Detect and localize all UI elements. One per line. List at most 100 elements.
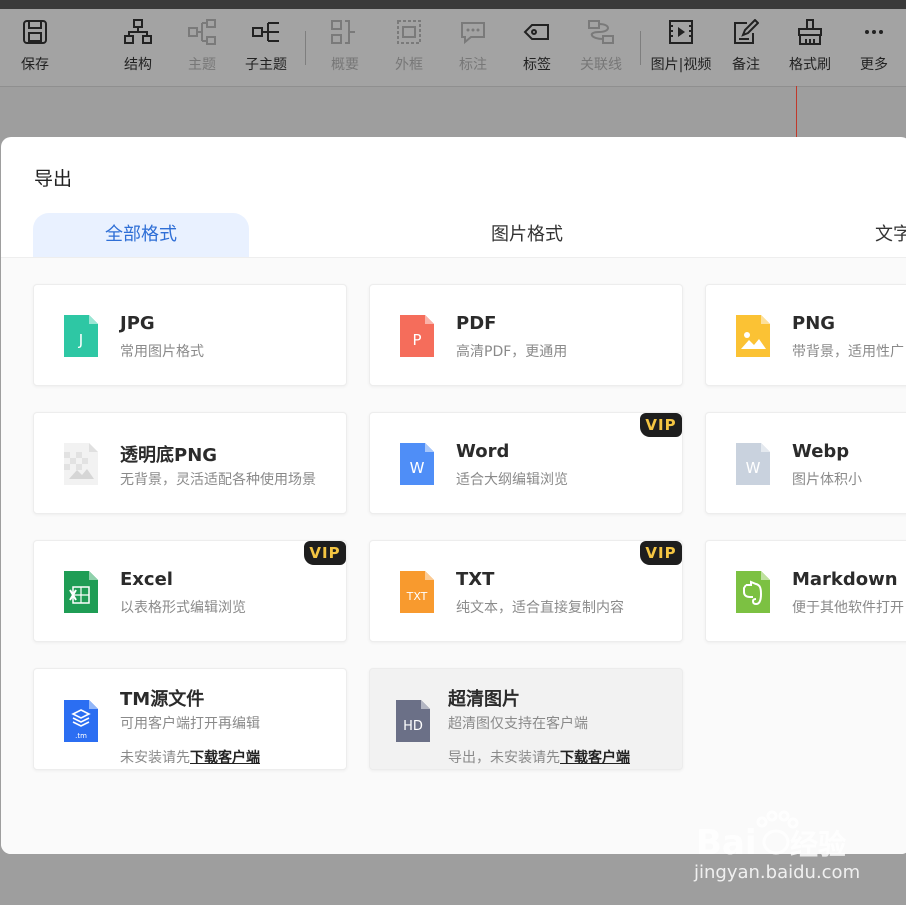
format-card-jpg[interactable]: J JPG 常用图片格式: [33, 284, 347, 386]
callout-label: 标注: [459, 57, 487, 73]
vip-badge: VIP: [640, 541, 682, 565]
format-tabs: 全部格式 图片格式 文字: [1, 213, 906, 258]
topic-icon: [188, 18, 216, 46]
summary-button[interactable]: 概要: [313, 9, 377, 86]
word-file-icon: W: [400, 443, 434, 485]
format-brush-label: 格式刷: [789, 57, 831, 73]
format-card-transparent-png[interactable]: 透明底PNG 无背景，灵活适配各种使用场景: [33, 412, 347, 514]
summary-icon: [331, 18, 359, 46]
relation-line-label: 关联线: [580, 57, 622, 73]
format-name: Word: [456, 441, 510, 462]
svg-text:经验: 经验: [790, 828, 846, 861]
word-icon-letter: W: [410, 459, 425, 477]
toolbar-divider: [305, 31, 306, 65]
structure-button[interactable]: 结构: [106, 9, 170, 86]
topic-label: 主题: [188, 57, 216, 73]
note-label: 备注: [732, 57, 760, 73]
tag-button[interactable]: 标签: [505, 9, 569, 86]
svg-text:Bai: Bai: [696, 823, 757, 863]
more-label: 更多: [860, 57, 888, 73]
image-video-button[interactable]: 图片|视频: [649, 9, 713, 86]
note-button[interactable]: 备注: [714, 9, 778, 86]
format-card-hd-image[interactable]: HD 超清图片 超清图仅支持在客户端 导出，未安装请先下载客户端: [369, 668, 683, 770]
vip-badge: VIP: [640, 413, 682, 437]
markdown-evernote-file-icon: [736, 571, 770, 613]
note-icon: [732, 18, 760, 46]
format-card-tm[interactable]: .tm TM源文件 可用客户端打开再编辑 未安装请先下载客户端: [33, 668, 347, 770]
format-desc: 无背景，灵活适配各种使用场景: [120, 472, 316, 488]
format-desc: 常用图片格式: [120, 344, 204, 360]
format-brush-icon: [796, 18, 824, 46]
format-card-pdf[interactable]: P PDF 高清PDF，更通用: [369, 284, 683, 386]
tab-all-formats[interactable]: 全部格式: [33, 213, 249, 257]
format-name: Webp: [792, 441, 850, 462]
format-desc: 可用客户端打开再编辑: [120, 716, 260, 732]
save-button[interactable]: 保存: [3, 9, 67, 86]
excel-file-icon: [64, 571, 98, 613]
format-card-word[interactable]: W Word 适合大纲编辑浏览 VIP: [369, 412, 683, 514]
summary-label: 概要: [331, 57, 359, 73]
tab-text-formats[interactable]: 文字: [841, 213, 906, 257]
format-card-excel[interactable]: Excel 以表格形式编辑浏览 VIP: [33, 540, 347, 642]
tag-label: 标签: [523, 57, 551, 73]
tab-image-formats[interactable]: 图片格式: [419, 213, 635, 257]
download-client-link[interactable]: 下载客户端: [190, 750, 260, 766]
subtopic-label: 子主题: [245, 57, 287, 73]
callout-button[interactable]: 标注: [441, 9, 505, 86]
export-dialog: 导出 全部格式 图片格式 文字 J JPG 常用图片格式 P PDF 高清PDF…: [1, 137, 906, 854]
png-image-file-icon: [736, 315, 770, 357]
jpg-file-icon: J: [64, 315, 98, 357]
pdf-icon-letter: P: [412, 331, 421, 349]
format-card-webp[interactable]: W Webp 图片体积小: [705, 412, 906, 514]
toolbar: 保存 结构 主题 子主题 概要 外框 标注 标签 关联线 图片|视频 备注 格式…: [0, 9, 906, 87]
canvas-connector-line: [796, 86, 797, 138]
video-icon: [667, 18, 695, 46]
download-client-link[interactable]: 下载客户端: [560, 750, 630, 766]
install-hint: 未安装请先: [120, 750, 190, 766]
image-video-label: 图片|视频: [650, 57, 712, 73]
save-label: 保存: [21, 57, 49, 73]
topic-button[interactable]: 主题: [170, 9, 234, 86]
hd-icon-label: HD: [403, 719, 423, 734]
boundary-button[interactable]: 外框: [377, 9, 441, 86]
format-name: PDF: [456, 313, 497, 334]
tm-icon-label: .tm: [75, 732, 87, 740]
relation-line-button[interactable]: 关联线: [569, 9, 633, 86]
webp-icon-letter: W: [746, 459, 761, 477]
format-name: Excel: [120, 569, 173, 590]
window-top-bar: [0, 0, 906, 9]
toolbar-divider: [640, 31, 641, 65]
hd-image-file-icon: HD: [396, 700, 430, 742]
format-name: TXT: [456, 569, 495, 590]
transparent-png-file-icon: [64, 443, 98, 485]
format-desc: 高清PDF，更通用: [456, 344, 568, 360]
more-button[interactable]: 更多: [842, 9, 906, 86]
format-desc-install: 导出，未安装请先下载客户端: [448, 747, 630, 767]
format-desc: 以表格形式编辑浏览: [120, 600, 246, 616]
format-card-txt[interactable]: TXT TXT 纯文本，适合直接复制内容 VIP: [369, 540, 683, 642]
txt-file-icon: TXT: [400, 571, 434, 613]
format-desc: 适合大纲编辑浏览: [456, 472, 568, 488]
boundary-label: 外框: [395, 57, 423, 73]
more-icon: [860, 18, 888, 46]
format-name: Markdown: [792, 569, 898, 590]
watermark-url: jingyan.baidu.com: [694, 862, 861, 883]
subtopic-button[interactable]: 子主题: [234, 9, 298, 86]
format-name: PNG: [792, 313, 836, 334]
relation-line-icon: [587, 18, 615, 46]
format-desc: 纯文本，适合直接复制内容: [456, 600, 624, 616]
format-card-markdown[interactable]: Markdown 便于其他软件打开: [705, 540, 906, 642]
pdf-file-icon: P: [400, 315, 434, 357]
save-icon: [21, 18, 49, 46]
tm-file-icon: .tm: [64, 700, 98, 742]
format-name: 超清图片: [448, 689, 520, 710]
format-name: TM源文件: [120, 689, 205, 710]
format-brush-button[interactable]: 格式刷: [778, 9, 842, 86]
format-name: 透明底PNG: [120, 445, 218, 466]
txt-icon-label: TXT: [406, 590, 428, 603]
vip-badge: VIP: [304, 541, 346, 565]
format-card-png[interactable]: PNG 带背景，适用性广: [705, 284, 906, 386]
tag-icon: [523, 18, 551, 46]
install-hint: 导出，未安装请先: [448, 750, 560, 766]
subtopic-icon: [252, 18, 280, 46]
